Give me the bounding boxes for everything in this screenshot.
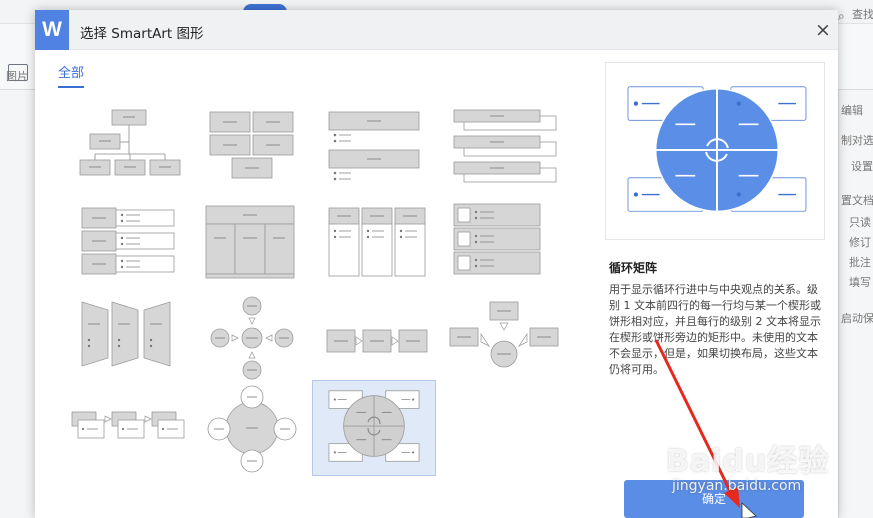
table-list-icon <box>205 205 295 279</box>
wps-logo: W <box>35 10 69 50</box>
smartart-radial-cycle[interactable] <box>198 382 322 478</box>
org-chart-icon <box>79 109 181 176</box>
smartart-step-process[interactable] <box>68 382 192 478</box>
stacked-list-icon <box>453 109 557 183</box>
smartart-horizontal-list[interactable] <box>68 198 192 294</box>
picture-list-icon <box>453 203 541 275</box>
dialog-title: 选择 SmartArt 图形 <box>80 26 204 42</box>
side-panel-item[interactable]: 启动保 <box>841 310 873 326</box>
vertical-bullet-list-icon <box>328 111 420 181</box>
smartart-stacked-list[interactable] <box>448 102 572 198</box>
converging-process-icon <box>449 301 559 368</box>
side-panel-item[interactable]: 修订 <box>849 234 871 250</box>
smartart-picture-list[interactable] <box>448 198 572 294</box>
smartart-cycle-matrix[interactable] <box>312 380 436 476</box>
preview-title: 循环矩阵 <box>609 261 658 275</box>
side-panel: 编辑 制对选 设置 置文档 只读 修订 批注 填写 启动保 <box>838 90 873 518</box>
smartart-trapezoid-list[interactable] <box>68 294 192 390</box>
smartart-basic-process[interactable] <box>323 294 447 390</box>
trapezoid-list-icon <box>81 301 171 367</box>
vertical-box-list-icon <box>328 207 426 277</box>
smartart-vertical-bullet-list[interactable] <box>323 102 447 198</box>
document-margin <box>0 90 36 518</box>
smartart-diverging-radial[interactable] <box>198 294 322 390</box>
search-icon[interactable]: ⌕ <box>838 9 845 24</box>
side-panel-item[interactable]: 批注 <box>849 254 871 270</box>
horizontal-list-icon <box>81 207 175 275</box>
picture-label[interactable]: 图片 <box>6 68 28 84</box>
step-process-icon <box>71 411 185 439</box>
smartart-table-list[interactable] <box>198 198 322 294</box>
diverging-radial-icon <box>210 296 294 380</box>
basic-process-icon <box>326 329 428 353</box>
tab-all[interactable]: 全部 <box>58 62 85 88</box>
side-panel-item: 置文档 <box>841 194 873 207</box>
side-panel-item[interactable]: 填写 <box>849 274 871 290</box>
radial-cycle-icon <box>207 385 297 473</box>
search-label[interactable]: 查找 <box>852 6 873 22</box>
dialog-title-bar[interactable]: W 选择 SmartArt 图形 × <box>35 10 838 50</box>
preview-description: 用于显示循环行进中与中央观点的关系。级别 1 文本前四行的每一行均与某一个楔形或… <box>609 283 821 376</box>
block-list-icon <box>209 111 294 179</box>
watermark-url: jingyan.baidu.com <box>672 478 802 494</box>
close-button[interactable]: × <box>811 18 835 42</box>
side-panel-item[interactable]: 设置 <box>851 158 873 174</box>
side-panel-item[interactable]: 编辑 <box>841 102 863 118</box>
side-panel-item[interactable]: 制对选 <box>841 132 873 148</box>
cycle-matrix-icon <box>328 390 420 462</box>
smartart-vertical-box-list[interactable] <box>323 198 447 294</box>
side-panel-item[interactable]: 只读 <box>849 214 871 230</box>
smartart-org-chart[interactable] <box>68 102 192 198</box>
watermark-logo: Baidu经验 <box>666 444 830 479</box>
preview-image <box>605 62 825 240</box>
smartart-converging-process[interactable] <box>448 294 572 390</box>
cycle-matrix-preview-icon <box>627 86 807 213</box>
smartart-block-list[interactable] <box>198 102 322 198</box>
